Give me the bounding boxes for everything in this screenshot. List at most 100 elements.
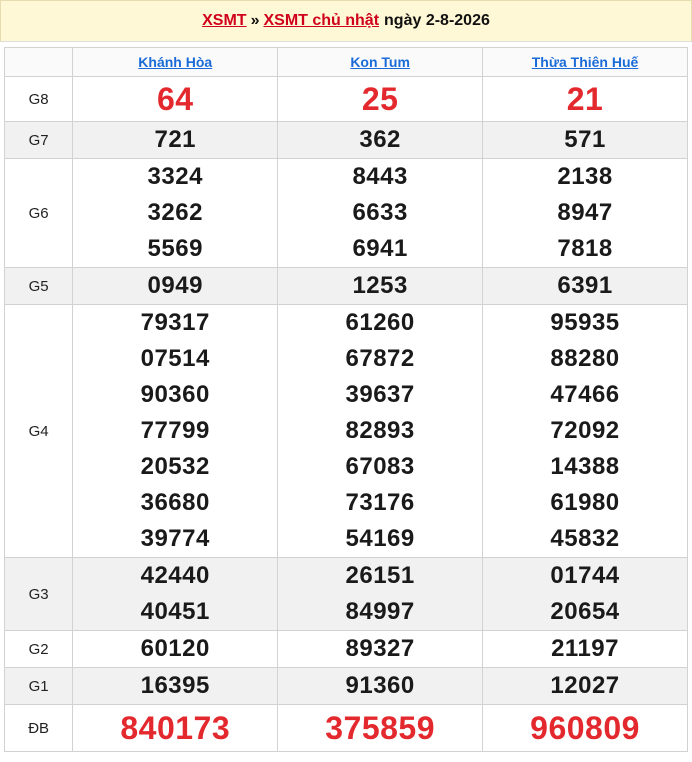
prize-cell: 60120	[72, 630, 279, 668]
prize-number: 0949	[147, 272, 203, 299]
prize-number: 01744	[550, 562, 620, 589]
results-title: XSMT » XSMT chủ nhật ngày 2-8-2026	[0, 0, 692, 42]
prize-number: 16395	[140, 672, 210, 699]
prize-cell: 0949	[72, 267, 279, 305]
prize-number: 73176	[345, 489, 415, 516]
prize-cell: 1253	[277, 267, 484, 305]
lottery-results-table: Khánh Hòa Kon Tum Thừa Thiên Huế G8 64 25 2…	[3, 47, 688, 752]
prize-label: G2	[3, 630, 74, 668]
prize-cell: 25	[277, 76, 484, 122]
prize-number: 721	[154, 126, 197, 153]
prize-number: 571	[564, 126, 606, 153]
prize-cell: 12027	[482, 667, 688, 705]
prize-cell: 79317 07514 90360 77799 20532 36680 39774	[72, 304, 279, 558]
prize-number: 91360	[345, 672, 415, 699]
prize-number: 47466	[550, 381, 620, 408]
prize-label: G6	[3, 158, 74, 268]
prize-row-g3: G3 42440 40451 26151 84997 01744 20654	[3, 557, 688, 631]
prize-number: 5569	[147, 235, 203, 262]
prize-number: 95935	[550, 309, 620, 336]
prize-label: G7	[3, 121, 74, 159]
prize-number: 36680	[140, 489, 210, 516]
prize-number: 79317	[140, 309, 210, 336]
prize-number: 67872	[345, 345, 415, 372]
prize-number: 6941	[352, 235, 408, 262]
xsmt-link[interactable]: XSMT	[202, 12, 246, 30]
prize-cell: 16395	[72, 667, 279, 705]
prize-number: 960809	[530, 710, 640, 746]
prize-row-g6: G6 3324 3262 5569 8443 6633 6941 2138 8947 7818	[3, 158, 688, 268]
prize-cell: 01744 20654	[482, 557, 688, 631]
prize-number: 26151	[345, 562, 415, 589]
prize-cell: 89327	[277, 630, 484, 668]
prize-number: 39774	[140, 525, 210, 552]
prize-number: 7818	[557, 235, 613, 262]
prize-number: 07514	[140, 345, 210, 372]
province-link-kon-tum[interactable]: Kon Tum	[350, 54, 410, 70]
prize-cell: 21197	[482, 630, 688, 668]
prize-number: 8443	[352, 163, 408, 190]
prize-number: 84997	[345, 598, 415, 625]
prize-number: 20654	[550, 598, 620, 625]
prize-label: G4	[3, 304, 74, 558]
province-link-khanh-hoa[interactable]: Khánh Hòa	[138, 54, 212, 70]
prize-number: 3262	[147, 199, 203, 226]
draw-date: ngày 2-8-2026	[384, 12, 490, 29]
prize-number: 82893	[345, 417, 415, 444]
prize-number: 64	[156, 81, 194, 117]
prize-label: G5	[3, 267, 74, 305]
prize-cell: 571	[482, 121, 688, 159]
prize-number: 72092	[550, 417, 620, 444]
prize-cell: 21	[482, 76, 688, 122]
prize-row-g4: G4 79317 07514 90360 77799 20532 36680 39774 612…	[3, 304, 688, 558]
prize-cell: 91360	[277, 667, 484, 705]
prize-cell: 721	[72, 121, 279, 159]
prize-number: 60120	[140, 635, 210, 662]
province-link-thua-thien-hue[interactable]: Thừa Thiên Huế	[532, 54, 639, 70]
prize-row-g7: G7 721 362 571	[3, 121, 688, 159]
prize-number: 42440	[140, 562, 210, 589]
prize-number: 77799	[140, 417, 210, 444]
prize-number: 61980	[550, 489, 620, 516]
header-corner-cell	[3, 47, 74, 77]
prize-number: 6391	[557, 272, 613, 299]
prize-number: 840173	[120, 710, 231, 746]
prize-number: 362	[359, 126, 401, 153]
prize-number: 54169	[345, 525, 415, 552]
prize-cell: 960809	[482, 704, 688, 752]
prize-row-g1: G1 16395 91360 12027	[3, 667, 688, 705]
prize-label: ĐB	[3, 704, 74, 752]
prize-row-db: ĐB 840173 375859 960809	[3, 704, 688, 752]
prize-cell: 2138 8947 7818	[482, 158, 688, 268]
prize-number: 67083	[345, 453, 415, 480]
prize-cell: 362	[277, 121, 484, 159]
prize-number: 61260	[345, 309, 415, 336]
province-header-row: Khánh Hòa Kon Tum Thừa Thiên Huế	[3, 47, 688, 77]
prize-number: 2138	[557, 163, 613, 190]
prize-label: G1	[3, 667, 74, 705]
prize-number: 25	[361, 81, 399, 117]
prize-number: 21197	[551, 635, 619, 662]
prize-cell: 3324 3262 5569	[72, 158, 279, 268]
province-header-khanh-hoa: Khánh Hòa	[72, 47, 279, 77]
prize-cell: 6391	[482, 267, 688, 305]
prize-cell: 61260 67872 39637 82893 67083 73176 54169	[277, 304, 484, 558]
prize-label: G8	[3, 76, 74, 122]
breadcrumb-separator: »	[250, 12, 260, 29]
prize-cell: 375859	[277, 704, 484, 752]
prize-cell: 8443 6633 6941	[277, 158, 484, 268]
prize-number: 14388	[550, 453, 620, 480]
prize-row-g5: G5 0949 1253 6391	[3, 267, 688, 305]
prize-number: 89327	[345, 635, 415, 662]
prize-number: 20532	[140, 453, 210, 480]
prize-cell: 64	[72, 76, 279, 122]
prize-number: 8947	[557, 199, 613, 226]
prize-number: 40451	[140, 598, 210, 625]
prize-number: 88280	[550, 345, 620, 372]
prize-number: 6633	[352, 199, 408, 226]
prize-label: G3	[3, 557, 74, 631]
province-header-kon-tum: Kon Tum	[277, 47, 484, 77]
prize-number: 45832	[550, 525, 620, 552]
xsmt-sunday-link[interactable]: XSMT chủ nhật	[263, 12, 379, 30]
prize-cell: 26151 84997	[277, 557, 484, 631]
